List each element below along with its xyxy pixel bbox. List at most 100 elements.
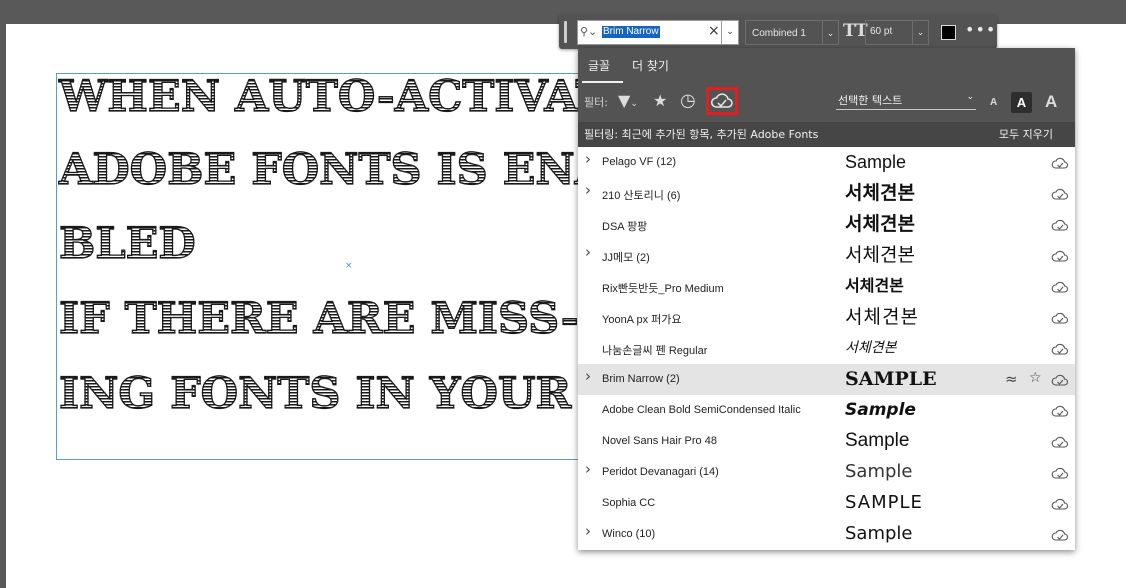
font-sample: 서체견본	[845, 276, 904, 295]
font-name: Sophia CC	[602, 497, 656, 509]
font-list-item[interactable]: Sophia CC SAMPLE	[578, 488, 1075, 519]
panel-header: 글꼴 더 찾기 필터: ▼⌄ ★ ◷ 선택한 텍스트 ⌄ A A A 필터링: …	[578, 48, 1075, 147]
font-sample: 서체견본	[845, 340, 897, 356]
font-name: Novel Sans Hair Pro 48	[602, 435, 717, 447]
adobe-fonts-activated-icon	[1051, 434, 1069, 448]
font-list-item[interactable]: › Pelago VF (12) Sample	[578, 147, 1075, 178]
clear-icon[interactable]: ×	[708, 23, 720, 39]
font-list-item[interactable]: › Winco (10) Sample	[578, 519, 1075, 550]
font-sample: 서체견본	[845, 182, 915, 204]
active-tab-indicator	[582, 81, 623, 83]
adobe-fonts-activated-icon	[1051, 310, 1069, 324]
adobe-fonts-activated-icon	[1051, 248, 1069, 262]
font-name: DSA 팡팡	[602, 221, 648, 233]
text-line: ADOBE FONTS IS ENA-	[58, 146, 595, 193]
font-dropdown-button[interactable]: ⌄	[722, 20, 739, 45]
font-sample: 서체견본	[845, 306, 919, 328]
font-size-value: 60 pt	[870, 26, 893, 37]
font-list-item[interactable]: DSA 팡팡 서체견본	[578, 209, 1075, 240]
font-sample: Sample	[845, 430, 910, 451]
font-sample: Sample	[845, 461, 913, 482]
font-sample: 서체견본	[845, 244, 915, 266]
font-sample: SAMPLE	[845, 492, 923, 513]
font-search-value: Brim Narrow	[602, 26, 660, 38]
chevron-right-icon[interactable]: ›	[585, 522, 591, 540]
font-sample: 서체견본	[845, 213, 915, 235]
adobe-fonts-cloud-icon[interactable]	[710, 92, 734, 110]
text-line: ING FONTS IN YOUR	[58, 369, 572, 419]
font-panel: 글꼴 더 찾기 필터: ▼⌄ ★ ◷ 선택한 텍스트 ⌄ A A A 필터링: …	[578, 48, 1075, 550]
font-name: Winco (10)	[602, 528, 656, 540]
font-name: Rix빤듯반듯_Pro Medium	[602, 283, 724, 295]
font-list-item[interactable]: › JJ메모 (2) 서체견본	[578, 240, 1075, 271]
font-list-item[interactable]: 나눔손글씨 펜 Regular 서체견본	[578, 333, 1075, 364]
adobe-fonts-activated-icon	[1051, 155, 1069, 169]
font-name: Adobe Clean Bold SemiCondensed Italic	[602, 404, 801, 416]
chevron-right-icon[interactable]: ›	[585, 150, 591, 168]
font-list-item[interactable]: › 210 산토리니 (6) 서체견본	[578, 178, 1075, 209]
chevron-down-icon: ⌄	[822, 21, 838, 44]
text-line: WHEN AUTO-ACTIVAT	[58, 74, 595, 121]
preview-size-small[interactable]: A	[990, 97, 997, 108]
font-list-item[interactable]: › Peridot Devanagari (14) Sample	[578, 457, 1075, 488]
adobe-fonts-activated-icon	[1051, 372, 1069, 386]
preview-size-medium[interactable]: A	[1011, 92, 1032, 113]
font-name: YoonA px 퍼가요	[602, 314, 682, 326]
chevron-down-icon: ⌄	[912, 21, 928, 44]
text-line: IF THERE ARE MISS-	[58, 294, 579, 344]
font-name: Peridot Devanagari (14)	[602, 466, 719, 478]
clear-all-button[interactable]: 모두 지우기	[999, 126, 1053, 142]
font-sample: Sample	[845, 400, 916, 420]
favorite-star-icon[interactable]: ☆	[1029, 370, 1042, 386]
adobe-fonts-activated-icon	[1051, 279, 1069, 293]
text-line: BLED	[58, 219, 196, 269]
preview-size-large[interactable]: A	[1045, 92, 1057, 112]
chevron-right-icon[interactable]: ›	[585, 181, 591, 199]
font-list-item[interactable]: › Brim Narrow (2) SAMPLE ≈ ☆	[578, 364, 1075, 395]
font-size-select[interactable]: 60 pt ⌄	[865, 20, 929, 45]
chevron-down-icon: ⌄	[966, 92, 974, 102]
filter-applied-text: 필터링: 최근에 추가된 항목, 추가된 Adobe Fonts	[584, 128, 819, 141]
font-list-item[interactable]: Rix빤듯반듯_Pro Medium 서체견본	[578, 271, 1075, 302]
font-sample: Sample	[845, 152, 907, 172]
font-name: Brim Narrow (2)	[602, 373, 680, 385]
font-sample: SAMPLE	[845, 368, 937, 390]
adobe-fonts-activated-icon	[1051, 341, 1069, 355]
chevron-right-icon[interactable]: ›	[585, 243, 591, 261]
drag-grip[interactable]	[564, 21, 567, 43]
font-list: › Pelago VF (12) Sample › 210 산토리니 (6) 서체견본 DS…	[578, 147, 1075, 550]
tab-fonts[interactable]: 글꼴	[588, 57, 610, 74]
font-sample: Sample	[845, 523, 913, 544]
frame-center-marker: ×	[345, 261, 353, 271]
chevron-right-icon[interactable]: ›	[585, 460, 591, 478]
filter-classification-icon[interactable]: ▼⌄	[618, 91, 638, 110]
font-name: 나눔손글씨 펜 Regular	[602, 345, 708, 357]
adobe-fonts-activated-icon	[1051, 496, 1069, 510]
font-size-icon: TT	[843, 21, 868, 41]
font-name: Pelago VF (12)	[602, 156, 676, 168]
recent-clock-icon[interactable]: ◷	[680, 90, 696, 111]
search-icon[interactable]: ⚲⌄	[580, 25, 597, 38]
favorites-star-icon[interactable]: ★	[653, 91, 667, 110]
font-style-value: Combined 1	[752, 28, 806, 39]
tab-find-more[interactable]: 더 찾기	[632, 57, 669, 74]
filter-label: 필터:	[584, 96, 608, 109]
font-style-select[interactable]: Combined 1 ⌄	[745, 20, 839, 45]
adobe-fonts-activated-icon	[1051, 527, 1069, 541]
adobe-fonts-activated-icon	[1051, 186, 1069, 200]
font-list-item[interactable]: Novel Sans Hair Pro 48 Sample	[578, 426, 1075, 457]
chevron-right-icon[interactable]: ›	[585, 367, 591, 385]
more-options-button[interactable]: •••	[965, 20, 996, 39]
fill-color-swatch[interactable]	[941, 25, 956, 40]
filter-status-bar: 필터링: 최근에 추가된 항목, 추가된 Adobe Fonts 모두 지우기	[578, 122, 1075, 147]
font-list-item[interactable]: Adobe Clean Bold SemiCondensed Italic Sam…	[578, 395, 1075, 426]
show-similar-icon[interactable]: ≈	[1005, 370, 1018, 388]
font-search-input[interactable]: ⚲⌄ Brim Narrow ×	[577, 20, 722, 45]
font-name: 210 산토리니 (6)	[602, 190, 681, 202]
text-frame[interactable]: WHEN AUTO-ACTIVAT ADOBE FONTS IS ENA- BL…	[56, 73, 596, 460]
font-list-item[interactable]: YoonA px 퍼가요 서체견본	[578, 302, 1075, 333]
adobe-fonts-activated-icon	[1051, 403, 1069, 417]
adobe-fonts-activated-icon	[1051, 217, 1069, 231]
preview-text-select[interactable]: 선택한 텍스트 ⌄	[836, 92, 976, 110]
context-task-bar: ⚲⌄ Brim Narrow × ⌄ Combined 1 ⌄ TT 60 pt…	[559, 15, 997, 49]
